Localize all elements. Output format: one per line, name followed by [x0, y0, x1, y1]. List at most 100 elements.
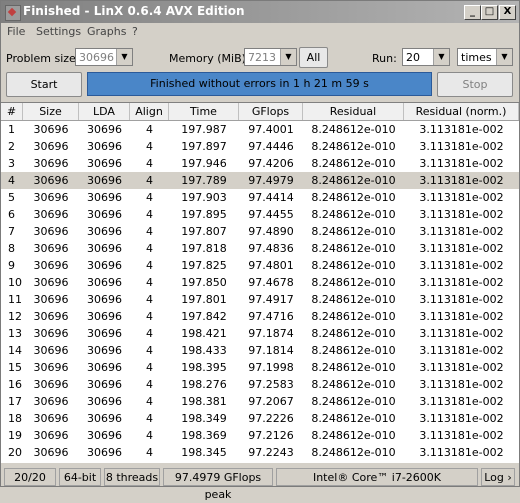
cell-gflops: 97.2067	[248, 395, 294, 408]
chevron-down-icon: ▼	[433, 49, 449, 65]
cell-gflops: 97.2243	[248, 446, 294, 459]
cell-time: 197.987	[181, 123, 227, 136]
menu-graphs[interactable]: Graphs	[87, 25, 126, 38]
menu-bar: File Settings Graphs ?	[1, 23, 519, 41]
header-lda[interactable]: LDA	[79, 103, 130, 120]
cell-residual: 8.248612e-010	[311, 293, 396, 306]
status-progress-bar: Finished without errors in 1 h 21 m 59 s	[87, 72, 432, 96]
run-count-value: 20	[406, 51, 420, 64]
cell-gflops: 97.2583	[248, 378, 294, 391]
run-unit-select[interactable]: times ▼	[457, 48, 513, 66]
table-row[interactable]: 4 30696 30696 4 197.789 97.4979 8.248612e-010 3…	[1, 172, 519, 189]
cell-time: 198.395	[181, 361, 227, 374]
cell-gflops: 97.1874	[248, 327, 294, 340]
problem-size-select[interactable]: 30696 ▼	[75, 48, 133, 66]
cell-size: 30696	[33, 344, 69, 357]
table-row[interactable]: 19 30696 30696 4 198.369 97.2126 8.248612e-010…	[1, 427, 519, 444]
start-button[interactable]: Start	[6, 72, 82, 97]
cell-residual-norm: 3.113181e-002	[419, 140, 504, 153]
progress-count: 20/20	[4, 468, 56, 486]
cell-time: 198.276	[181, 378, 227, 391]
menu-help[interactable]: ?	[132, 25, 138, 38]
menu-file[interactable]: File	[7, 25, 25, 38]
cell-time: 197.825	[181, 259, 227, 272]
cell-align: 4	[146, 446, 153, 459]
all-memory-button[interactable]: All	[299, 47, 328, 68]
run-label: Run:	[372, 52, 397, 65]
cell-residual-norm: 3.113181e-002	[419, 344, 504, 357]
peak-gflops: 97.4979 GFlops peak	[163, 468, 273, 501]
header-align[interactable]: Align	[130, 103, 169, 120]
cell-index: 19	[8, 429, 22, 442]
table-row[interactable]: 10 30696 30696 4 197.850 97.4678 8.248612e-010…	[1, 274, 519, 291]
table-row[interactable]: 13 30696 30696 4 198.421 97.1874 8.248612e-010…	[1, 325, 519, 342]
cell-residual-norm: 3.113181e-002	[419, 208, 504, 221]
cell-size: 30696	[33, 310, 69, 323]
cell-size: 30696	[33, 361, 69, 374]
cell-residual-norm: 3.113181e-002	[419, 259, 504, 272]
close-button[interactable]: X	[499, 5, 516, 20]
cell-size: 30696	[33, 208, 69, 221]
header-residual-norm[interactable]: Residual (norm.)	[404, 103, 519, 120]
log-button[interactable]: Log ›	[481, 468, 515, 486]
stop-button[interactable]: Stop	[437, 72, 513, 97]
header-index[interactable]: #	[1, 103, 23, 120]
cell-index: 14	[8, 344, 22, 357]
cell-gflops: 97.1814	[248, 344, 294, 357]
cell-time: 197.897	[181, 140, 227, 153]
cell-residual: 8.248612e-010	[311, 242, 396, 255]
cell-size: 30696	[33, 157, 69, 170]
cell-index: 6	[8, 208, 15, 221]
window-title: Finished - LinX 0.6.4 AVX Edition	[23, 4, 245, 18]
cell-align: 4	[146, 412, 153, 425]
header-size[interactable]: Size	[23, 103, 79, 120]
cell-size: 30696	[33, 140, 69, 153]
main-window: Finished - LinX 0.6.4 AVX Edition _ □ X …	[0, 0, 520, 501]
cell-residual: 8.248612e-010	[311, 378, 396, 391]
menu-settings[interactable]: Settings	[36, 25, 81, 38]
table-row[interactable]: 18 30696 30696 4 198.349 97.2226 8.248612e-010…	[1, 410, 519, 427]
cell-residual-norm: 3.113181e-002	[419, 378, 504, 391]
cell-align: 4	[146, 361, 153, 374]
header-gflops[interactable]: GFlops	[239, 103, 303, 120]
table-row[interactable]: 14 30696 30696 4 198.433 97.1814 8.248612e-010…	[1, 342, 519, 359]
table-row[interactable]: 20 30696 30696 4 198.345 97.2243 8.248612e-010…	[1, 444, 519, 461]
table-row[interactable]: 9 30696 30696 4 197.825 97.4801 8.248612e-010 3…	[1, 257, 519, 274]
header-residual[interactable]: Residual	[303, 103, 404, 120]
table-row[interactable]: 11 30696 30696 4 197.801 97.4917 8.248612e-010…	[1, 291, 519, 308]
cell-lda: 30696	[87, 276, 122, 289]
cell-gflops: 97.4455	[248, 208, 294, 221]
run-count-select[interactable]: 20 ▼	[402, 48, 450, 66]
cell-index: 18	[8, 412, 22, 425]
table-row[interactable]: 12 30696 30696 4 197.842 97.4716 8.248612e-010…	[1, 308, 519, 325]
cell-align: 4	[146, 378, 153, 391]
cell-residual: 8.248612e-010	[311, 191, 396, 204]
header-time[interactable]: Time	[169, 103, 239, 120]
cell-gflops: 97.4716	[248, 310, 294, 323]
threads-info: 8 threads	[104, 468, 160, 486]
cell-index: 17	[8, 395, 22, 408]
table-row[interactable]: 1 30696 30696 4 197.987 97.4001 8.248612e-010 3…	[1, 121, 519, 138]
cell-time: 198.421	[181, 327, 227, 340]
maximize-button[interactable]: □	[481, 5, 498, 20]
table-row[interactable]: 17 30696 30696 4 198.381 97.2067 8.248612e-010…	[1, 393, 519, 410]
table-row[interactable]: 7 30696 30696 4 197.807 97.4890 8.248612e-010 3…	[1, 223, 519, 240]
table-row[interactable]: 6 30696 30696 4 197.895 97.4455 8.248612e-010 3…	[1, 206, 519, 223]
table-row[interactable]: 2 30696 30696 4 197.897 97.4446 8.248612e-010 3…	[1, 138, 519, 155]
memory-select[interactable]: 7213 ▼	[244, 48, 297, 66]
cell-residual-norm: 3.113181e-002	[419, 446, 504, 459]
results-table: # Size LDA Align Time GFlops Residual Re…	[1, 102, 519, 463]
cell-lda: 30696	[87, 293, 122, 306]
cell-index: 11	[8, 293, 22, 306]
table-row[interactable]: 3 30696 30696 4 197.946 97.4206 8.248612e-010 3…	[1, 155, 519, 172]
cell-time: 198.369	[181, 429, 227, 442]
cell-time: 197.946	[181, 157, 227, 170]
table-row[interactable]: 16 30696 30696 4 198.276 97.2583 8.248612e-010…	[1, 376, 519, 393]
table-row[interactable]: 8 30696 30696 4 197.818 97.4836 8.248612e-010 3…	[1, 240, 519, 257]
cell-size: 30696	[33, 225, 69, 238]
table-row[interactable]: 5 30696 30696 4 197.903 97.4414 8.248612e-010 3…	[1, 189, 519, 206]
cell-size: 30696	[33, 395, 69, 408]
table-row[interactable]: 15 30696 30696 4 198.395 97.1998 8.248612e-010…	[1, 359, 519, 376]
cell-lda: 30696	[87, 310, 122, 323]
minimize-button[interactable]: _	[464, 5, 481, 20]
